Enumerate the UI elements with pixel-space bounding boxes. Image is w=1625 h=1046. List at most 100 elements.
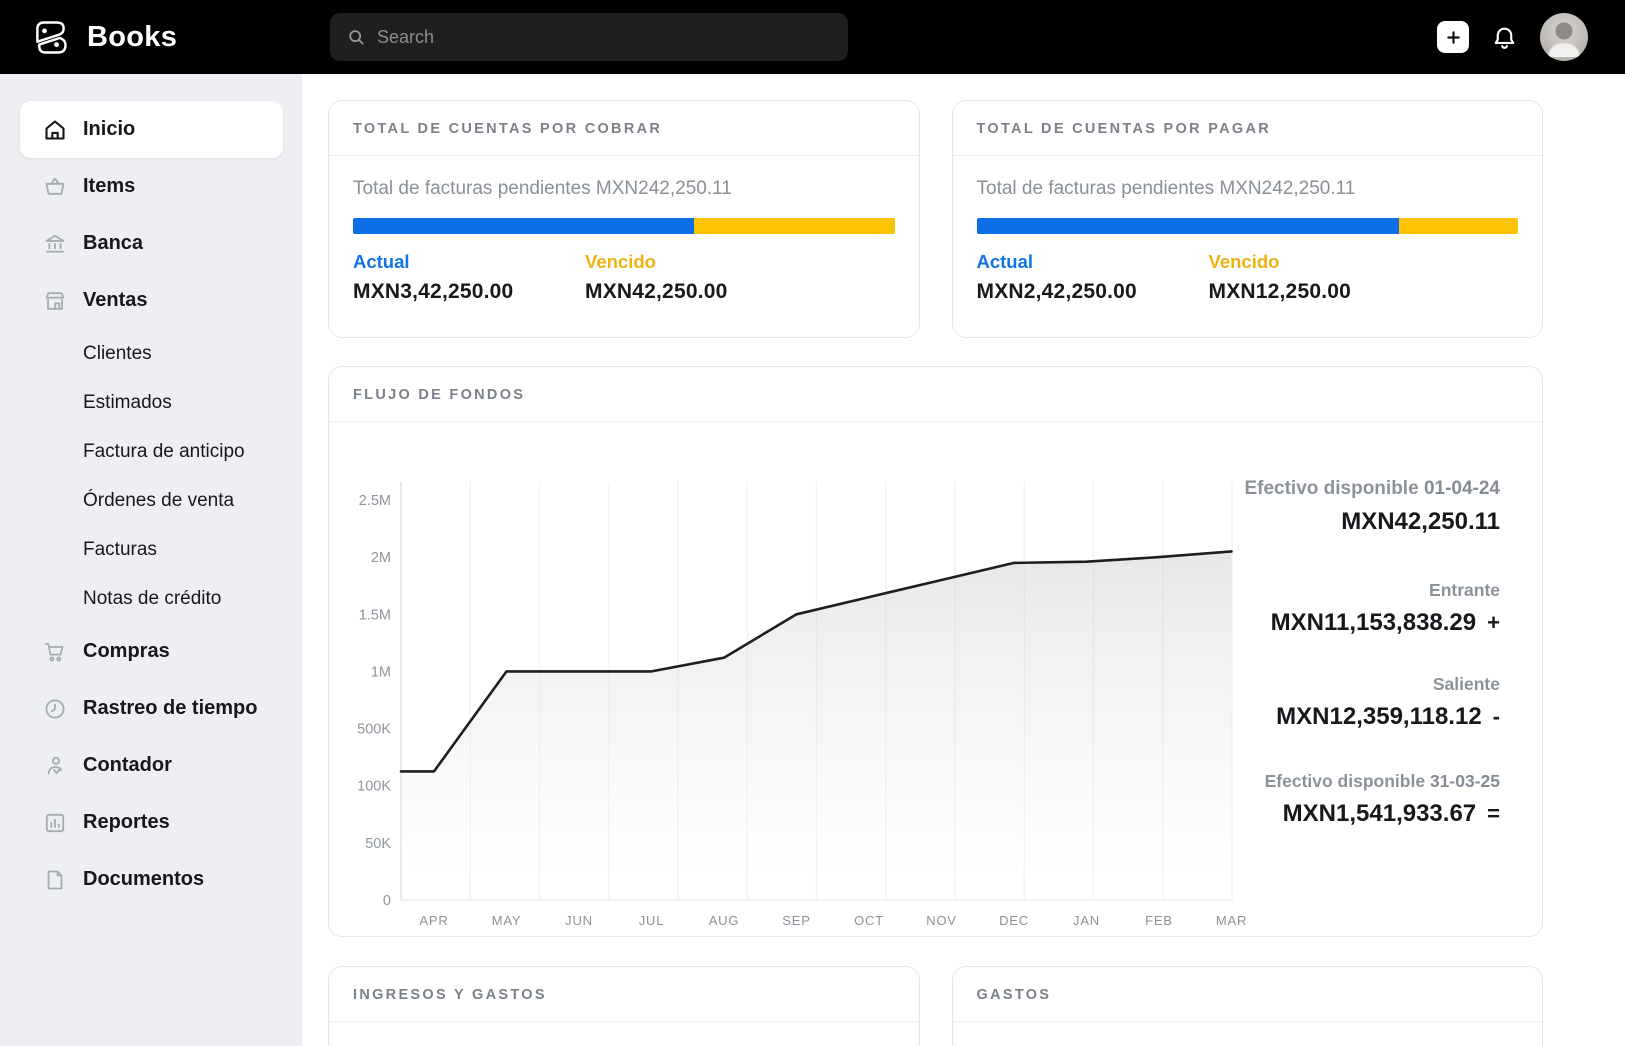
sidebar-item-label: Rastreo de tiempo <box>83 697 257 720</box>
sidebar-item-items[interactable]: Items <box>0 158 302 215</box>
svg-text:DEC: DEC <box>999 913 1029 928</box>
basket-icon <box>42 174 68 200</box>
payables-card-title: TOTAL DE CUENTAS POR PAGAR <box>953 101 1543 156</box>
summary-cards-row: TOTAL DE CUENTAS POR COBRAR Total de fac… <box>328 100 1543 338</box>
sidebar-item-contador[interactable]: Contador <box>0 737 302 794</box>
svg-text:2.5M: 2.5M <box>359 493 391 509</box>
search-bar[interactable] <box>330 13 848 61</box>
cashflow-body: 050K100K500K1M1.5M2M2.5MAPRMAYJUNJULAUGS… <box>329 422 1542 936</box>
svg-text:2M: 2M <box>371 550 391 566</box>
cashflow-stats: Efectivo disponible 01-04-24 MXN42,250.1… <box>1234 422 1542 936</box>
svg-text:100K: 100K <box>357 779 391 795</box>
cashflow-card-title: FLUJO DE FONDOS <box>329 367 1542 422</box>
sidebar-item-label: Estimados <box>83 392 172 414</box>
add-new-button[interactable] <box>1437 21 1469 53</box>
bottom-cards-row: INGRESOS Y GASTOS GASTOS <box>328 966 1543 1046</box>
equals-sign: = <box>1487 801 1500 827</box>
sidebar-item-clientes[interactable]: Clientes <box>0 329 302 378</box>
income-expense-card: INGRESOS Y GASTOS <box>328 966 920 1046</box>
topbar-actions <box>1437 0 1588 74</box>
report-icon <box>42 810 68 836</box>
income-expense-card-title: INGRESOS Y GASTOS <box>329 967 919 1022</box>
sidebar-item-ordenes-de-venta[interactable]: Órdenes de venta <box>0 476 302 525</box>
svg-text:MAY: MAY <box>492 913 522 928</box>
sidebar: Inicio Items Banca Ventas Clientes Estimados F… <box>0 74 302 1046</box>
svg-text:1M: 1M <box>371 664 391 680</box>
svg-text:50K: 50K <box>365 836 391 852</box>
sidebar-item-label: Banca <box>83 232 143 255</box>
receivables-current-fill <box>353 218 694 234</box>
svg-text:JUN: JUN <box>565 913 593 928</box>
incoming-label: Entrante <box>1234 580 1500 601</box>
brand: Books <box>28 15 177 60</box>
svg-text:JUL: JUL <box>639 913 665 928</box>
minus-sign: - <box>1493 704 1500 730</box>
books-app: Books <box>0 0 1625 1046</box>
books-logo-icon <box>28 15 73 60</box>
sidebar-item-factura-de-anticipo[interactable]: Factura de anticipo <box>0 427 302 476</box>
sidebar-item-label: Clientes <box>83 343 152 365</box>
payables-legend: Actual MXN2,42,250.00 Vencido MXN12,250.… <box>977 251 1519 304</box>
receivables-legend: Actual MXN3,42,250.00 Vencido MXN42,250.… <box>353 251 895 304</box>
sidebar-item-compras[interactable]: Compras <box>0 623 302 680</box>
cart-icon <box>42 639 68 665</box>
bell-icon <box>1491 24 1518 51</box>
svg-text:SEP: SEP <box>782 913 810 928</box>
payables-current-value: MXN2,42,250.00 <box>977 280 1209 304</box>
payables-card: TOTAL DE CUENTAS POR PAGAR Total de fact… <box>952 100 1544 338</box>
sidebar-nav: Inicio Items Banca Ventas Clientes Estimados F… <box>0 101 302 908</box>
sidebar-item-label: Documentos <box>83 868 204 891</box>
svg-text:500K: 500K <box>357 722 391 738</box>
sidebar-item-ventas[interactable]: Ventas <box>0 272 302 329</box>
receivables-current-label: Actual <box>353 251 585 273</box>
bank-icon <box>42 231 68 257</box>
incoming-value: MXN11,153,838.29 + <box>1234 609 1500 637</box>
outgoing-value: MXN12,359,118.12 - <box>1234 703 1500 731</box>
receivables-overdue-value: MXN42,250.00 <box>585 280 817 304</box>
expenses-card: GASTOS <box>952 966 1544 1046</box>
receivables-card-title: TOTAL DE CUENTAS POR COBRAR <box>329 101 919 156</box>
svg-text:0: 0 <box>383 893 391 909</box>
payables-current-label: Actual <box>977 251 1209 273</box>
chart-y-tick-labels: 050K100K500K1M1.5M2M2.5M <box>357 493 391 909</box>
cashflow-area-chart: 050K100K500K1M1.5M2M2.5MAPRMAYJUNJULAUGS… <box>329 422 1234 936</box>
opening-balance-label: Efectivo disponible 01-04-24 <box>1234 478 1500 500</box>
sidebar-item-label: Factura de anticipo <box>83 441 245 463</box>
receivables-card: TOTAL DE CUENTAS POR COBRAR Total de fac… <box>328 100 920 338</box>
sidebar-item-facturas[interactable]: Facturas <box>0 525 302 574</box>
sidebar-item-estimados[interactable]: Estimados <box>0 378 302 427</box>
store-icon <box>42 288 68 314</box>
sidebar-item-label: Inicio <box>83 118 135 141</box>
search-icon <box>346 27 366 47</box>
opening-balance-value: MXN42,250.11 <box>1234 508 1500 536</box>
user-avatar[interactable] <box>1540 13 1588 61</box>
sidebar-item-notas-de-credito[interactable]: Notas de crédito <box>0 574 302 623</box>
sidebar-item-label: Notas de crédito <box>83 588 221 610</box>
outgoing-label: Saliente <box>1234 674 1500 695</box>
sidebar-item-inicio[interactable]: Inicio <box>20 101 283 158</box>
sidebar-item-banca[interactable]: Banca <box>0 215 302 272</box>
payables-current-fill <box>977 218 1399 234</box>
svg-text:JAN: JAN <box>1073 913 1100 928</box>
payables-subtitle: Total de facturas pendientes MXN242,250.… <box>977 178 1519 200</box>
sidebar-item-documentos[interactable]: Documentos <box>0 851 302 908</box>
person-icon <box>42 753 68 779</box>
payables-overdue-label: Vencido <box>1209 251 1441 273</box>
brand-name: Books <box>87 21 177 54</box>
closing-balance-label: Efectivo disponible 31-03-25 <box>1234 771 1500 792</box>
sidebar-item-reportes[interactable]: Reportes <box>0 794 302 851</box>
closing-balance-date: 31-03-25 <box>1430 771 1500 791</box>
sidebar-item-label: Contador <box>83 754 172 777</box>
plus-icon <box>1444 28 1463 47</box>
svg-text:AUG: AUG <box>709 913 740 928</box>
sidebar-item-rastreo-de-tiempo[interactable]: Rastreo de tiempo <box>0 680 302 737</box>
notifications-button[interactable] <box>1491 24 1518 51</box>
svg-text:FEB: FEB <box>1145 913 1173 928</box>
closing-balance-value: MXN1,541,933.67 = <box>1234 800 1500 828</box>
sidebar-item-label: Ventas <box>83 289 147 312</box>
sidebar-item-label: Items <box>83 175 135 198</box>
sidebar-item-label: Reportes <box>83 811 170 834</box>
sidebar-item-label: Órdenes de venta <box>83 490 234 512</box>
search-input[interactable] <box>377 27 832 48</box>
svg-text:OCT: OCT <box>854 913 884 928</box>
